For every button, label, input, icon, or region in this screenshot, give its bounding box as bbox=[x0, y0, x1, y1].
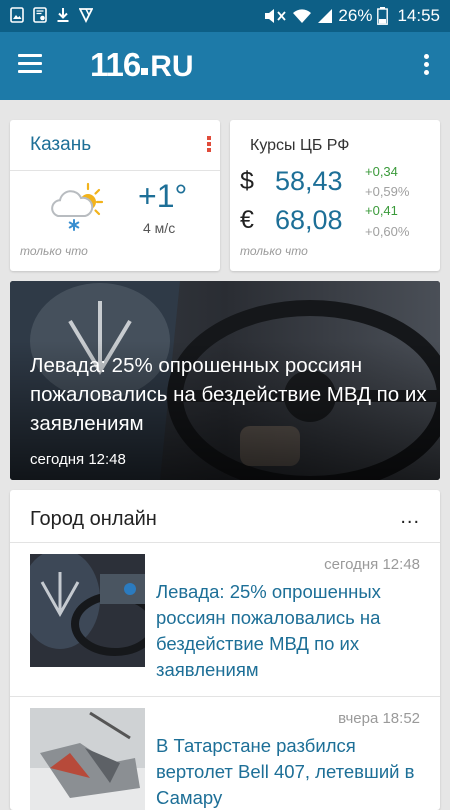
eur-symbol: € bbox=[240, 206, 254, 234]
weather-options-icon[interactable] bbox=[207, 136, 211, 154]
feed-more-button[interactable]: ... bbox=[400, 506, 420, 529]
mute-icon bbox=[265, 9, 287, 23]
battery-level: 26% bbox=[338, 6, 373, 25]
cloud-sun-snow-icon bbox=[51, 182, 104, 231]
hero-news-title[interactable]: Левада: 25% опрошенных россиян пожаловал… bbox=[30, 351, 430, 438]
feed-title: Город онлайн bbox=[30, 508, 157, 530]
hero-news-card[interactable]: Левада: 25% опрошенных россиян пожаловал… bbox=[10, 281, 440, 480]
weather-updated: только что bbox=[20, 244, 88, 258]
download-icon bbox=[57, 8, 69, 22]
divider bbox=[10, 542, 440, 543]
weather-city[interactable]: Казань bbox=[30, 134, 91, 156]
clock: 14:55 bbox=[397, 6, 440, 25]
news-thumbnail bbox=[30, 708, 145, 810]
eur-change-percent: +0,60% bbox=[365, 224, 410, 239]
item-title[interactable]: Левада: 25% опрошенных россиян пожаловал… bbox=[156, 579, 426, 683]
usd-rate: 58,43 bbox=[275, 166, 343, 196]
rates-title: Курсы ЦБ РФ bbox=[250, 137, 350, 154]
item-time: сегодня 12:48 bbox=[324, 556, 420, 573]
wind-speed: 4 м/с bbox=[143, 220, 176, 236]
image-notification-icon bbox=[33, 7, 47, 23]
divider bbox=[10, 696, 440, 697]
news-thumbnail bbox=[30, 554, 145, 667]
wifi-icon bbox=[293, 9, 312, 23]
divider bbox=[10, 170, 220, 171]
app-notification-icon bbox=[79, 8, 93, 23]
weather-card[interactable]: Казань +1° 4 м/с только что bbox=[10, 120, 220, 271]
rates-updated: только что bbox=[240, 244, 308, 258]
usd-change: +0,34 bbox=[365, 164, 398, 179]
site-logo[interactable]: 116 RU bbox=[90, 46, 194, 84]
item-title[interactable]: В Татарстане разбился вертолет Bell 407,… bbox=[156, 733, 426, 810]
usd-symbol: $ bbox=[240, 167, 254, 195]
hero-news-time: сегодня 12:48 bbox=[30, 451, 126, 468]
usd-change-percent: +0,59% bbox=[365, 184, 410, 199]
eur-change: +0,41 bbox=[365, 203, 398, 218]
temperature: +1° bbox=[138, 178, 188, 214]
app-bar: 116 RU bbox=[0, 32, 450, 100]
item-time: вчера 18:52 bbox=[338, 710, 420, 727]
battery-icon bbox=[377, 7, 389, 25]
city-online-feed: Город онлайн ... сегодня 12:48 Левада: 2… bbox=[10, 490, 440, 810]
gallery-notification-icon bbox=[10, 7, 24, 23]
overflow-menu-icon[interactable] bbox=[424, 54, 430, 78]
exchange-rates-card[interactable]: Курсы ЦБ РФ $ 58,43 +0,34 +0,59% € 68,08… bbox=[230, 120, 440, 271]
hamburger-menu-icon[interactable] bbox=[18, 54, 42, 74]
status-bar: 26% 14:55 bbox=[0, 0, 450, 32]
signal-icon bbox=[318, 9, 333, 23]
eur-rate: 68,08 bbox=[275, 205, 343, 235]
